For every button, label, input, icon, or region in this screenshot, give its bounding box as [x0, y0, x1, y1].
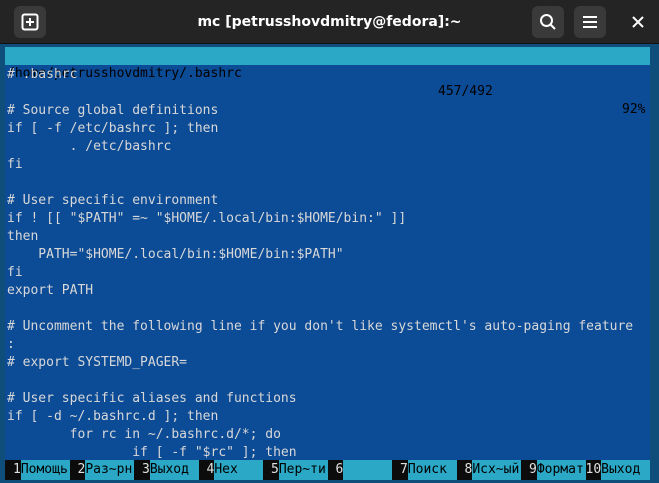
fkey-button[interactable]: 8 Исх~ый	[456, 460, 521, 480]
text-line: PATH="$HOME/.local/bin:$HOME/bin:$PATH"	[7, 247, 344, 262]
search-icon	[540, 14, 556, 30]
close-button[interactable]	[622, 6, 654, 38]
text-line: . /etc/bashrc	[7, 139, 172, 154]
fkey-number: 5	[263, 460, 279, 480]
file-viewer[interactable]: /home/petrusshovdmitry/.bashrc 457/492 9…	[5, 47, 650, 460]
fkey-label: Помощь	[20, 460, 70, 480]
text-line: if [ -d ~/.bashrc.d ]; then	[7, 409, 219, 424]
file-content[interactable]: # .bashrc # Source global definitions if […	[7, 66, 633, 460]
function-key-bar: 1 Помощь 2 Раз~рн 3 Выход 4 Hex 5 Пер~ти 6 7 Поиск 8 И…	[5, 460, 650, 480]
fkey-button[interactable]: 2 Раз~рн	[69, 460, 134, 480]
fkey-label: Выход	[149, 460, 199, 480]
fkey-button[interactable]: 9 Формат	[521, 460, 586, 480]
window-titlebar: mc [petrusshovdmitry@fedora]:~	[0, 0, 659, 44]
text-line: # Source global definitions	[7, 103, 219, 118]
text-line	[7, 174, 633, 192]
fkey-button[interactable]: 6	[327, 460, 392, 480]
text-line: fi	[7, 265, 23, 280]
fkey-label: Формат	[536, 460, 586, 480]
fkey-label	[343, 460, 392, 480]
text-line: # Uncomment the following line if you do…	[7, 319, 634, 334]
fkey-number: 3	[134, 460, 150, 480]
new-tab-button[interactable]	[14, 6, 46, 38]
text-line: # User specific environment	[7, 193, 219, 208]
fkey-number: 1	[5, 460, 21, 480]
text-line	[7, 300, 633, 318]
text-line: :	[7, 337, 15, 352]
text-line: for rc in ~/.bashrc.d/*; do	[7, 427, 281, 442]
scrollbar[interactable]	[650, 47, 659, 480]
text-line: export PATH	[7, 283, 94, 298]
terminal-area[interactable]: /home/petrusshovdmitry/.bashrc 457/492 9…	[0, 44, 659, 483]
fkey-number: 2	[69, 460, 86, 480]
fkey-number: 10	[585, 460, 602, 480]
fkey-label: Исх~ый	[472, 460, 521, 480]
plus-in-square-icon	[21, 13, 39, 31]
text-line: if [ -f /etc/bashrc ]; then	[7, 121, 219, 136]
search-button[interactable]	[532, 6, 564, 38]
fkey-number: 9	[521, 460, 537, 480]
fkey-number: 8	[456, 460, 473, 480]
text-line: if ! [[ "$PATH" =~ "$HOME/.local/bin:$HO…	[7, 211, 407, 226]
hamburger-menu-icon	[583, 16, 597, 28]
fkey-number: 4	[198, 460, 215, 480]
fkey-button[interactable]: 4 Hex	[198, 460, 263, 480]
text-line	[7, 84, 633, 102]
text-line	[7, 372, 633, 390]
text-line: # export SYSTEMD_PAGER=	[7, 355, 188, 370]
text-line: # .bashrc	[7, 67, 78, 82]
text-line: fi	[7, 157, 23, 172]
fkey-button[interactable]: 10 Выход	[585, 460, 650, 480]
fkey-number: 6	[327, 460, 344, 480]
text-line: then	[7, 229, 39, 244]
menu-button[interactable]	[574, 6, 606, 38]
fkey-button[interactable]: 7 Поиск	[392, 460, 457, 480]
fkey-button[interactable]: 5 Пер~ти	[263, 460, 328, 480]
status-bar: /home/petrusshovdmitry/.bashrc 457/492 9…	[5, 47, 650, 117]
fkey-label: Раз~рн	[85, 460, 134, 480]
close-icon	[632, 16, 644, 28]
fkey-button[interactable]: 3 Выход	[134, 460, 199, 480]
text-line: if [ -f "$rc" ]; then	[7, 445, 297, 460]
fkey-button[interactable]: 1 Помощь	[5, 460, 70, 480]
fkey-label: Пер~ти	[278, 460, 328, 480]
fkey-label: Выход	[601, 460, 650, 480]
fkey-label: Поиск	[407, 460, 457, 480]
fkey-number: 7	[392, 460, 408, 480]
text-line: # User specific aliases and functions	[7, 391, 297, 406]
fkey-label: Hex	[214, 460, 263, 480]
